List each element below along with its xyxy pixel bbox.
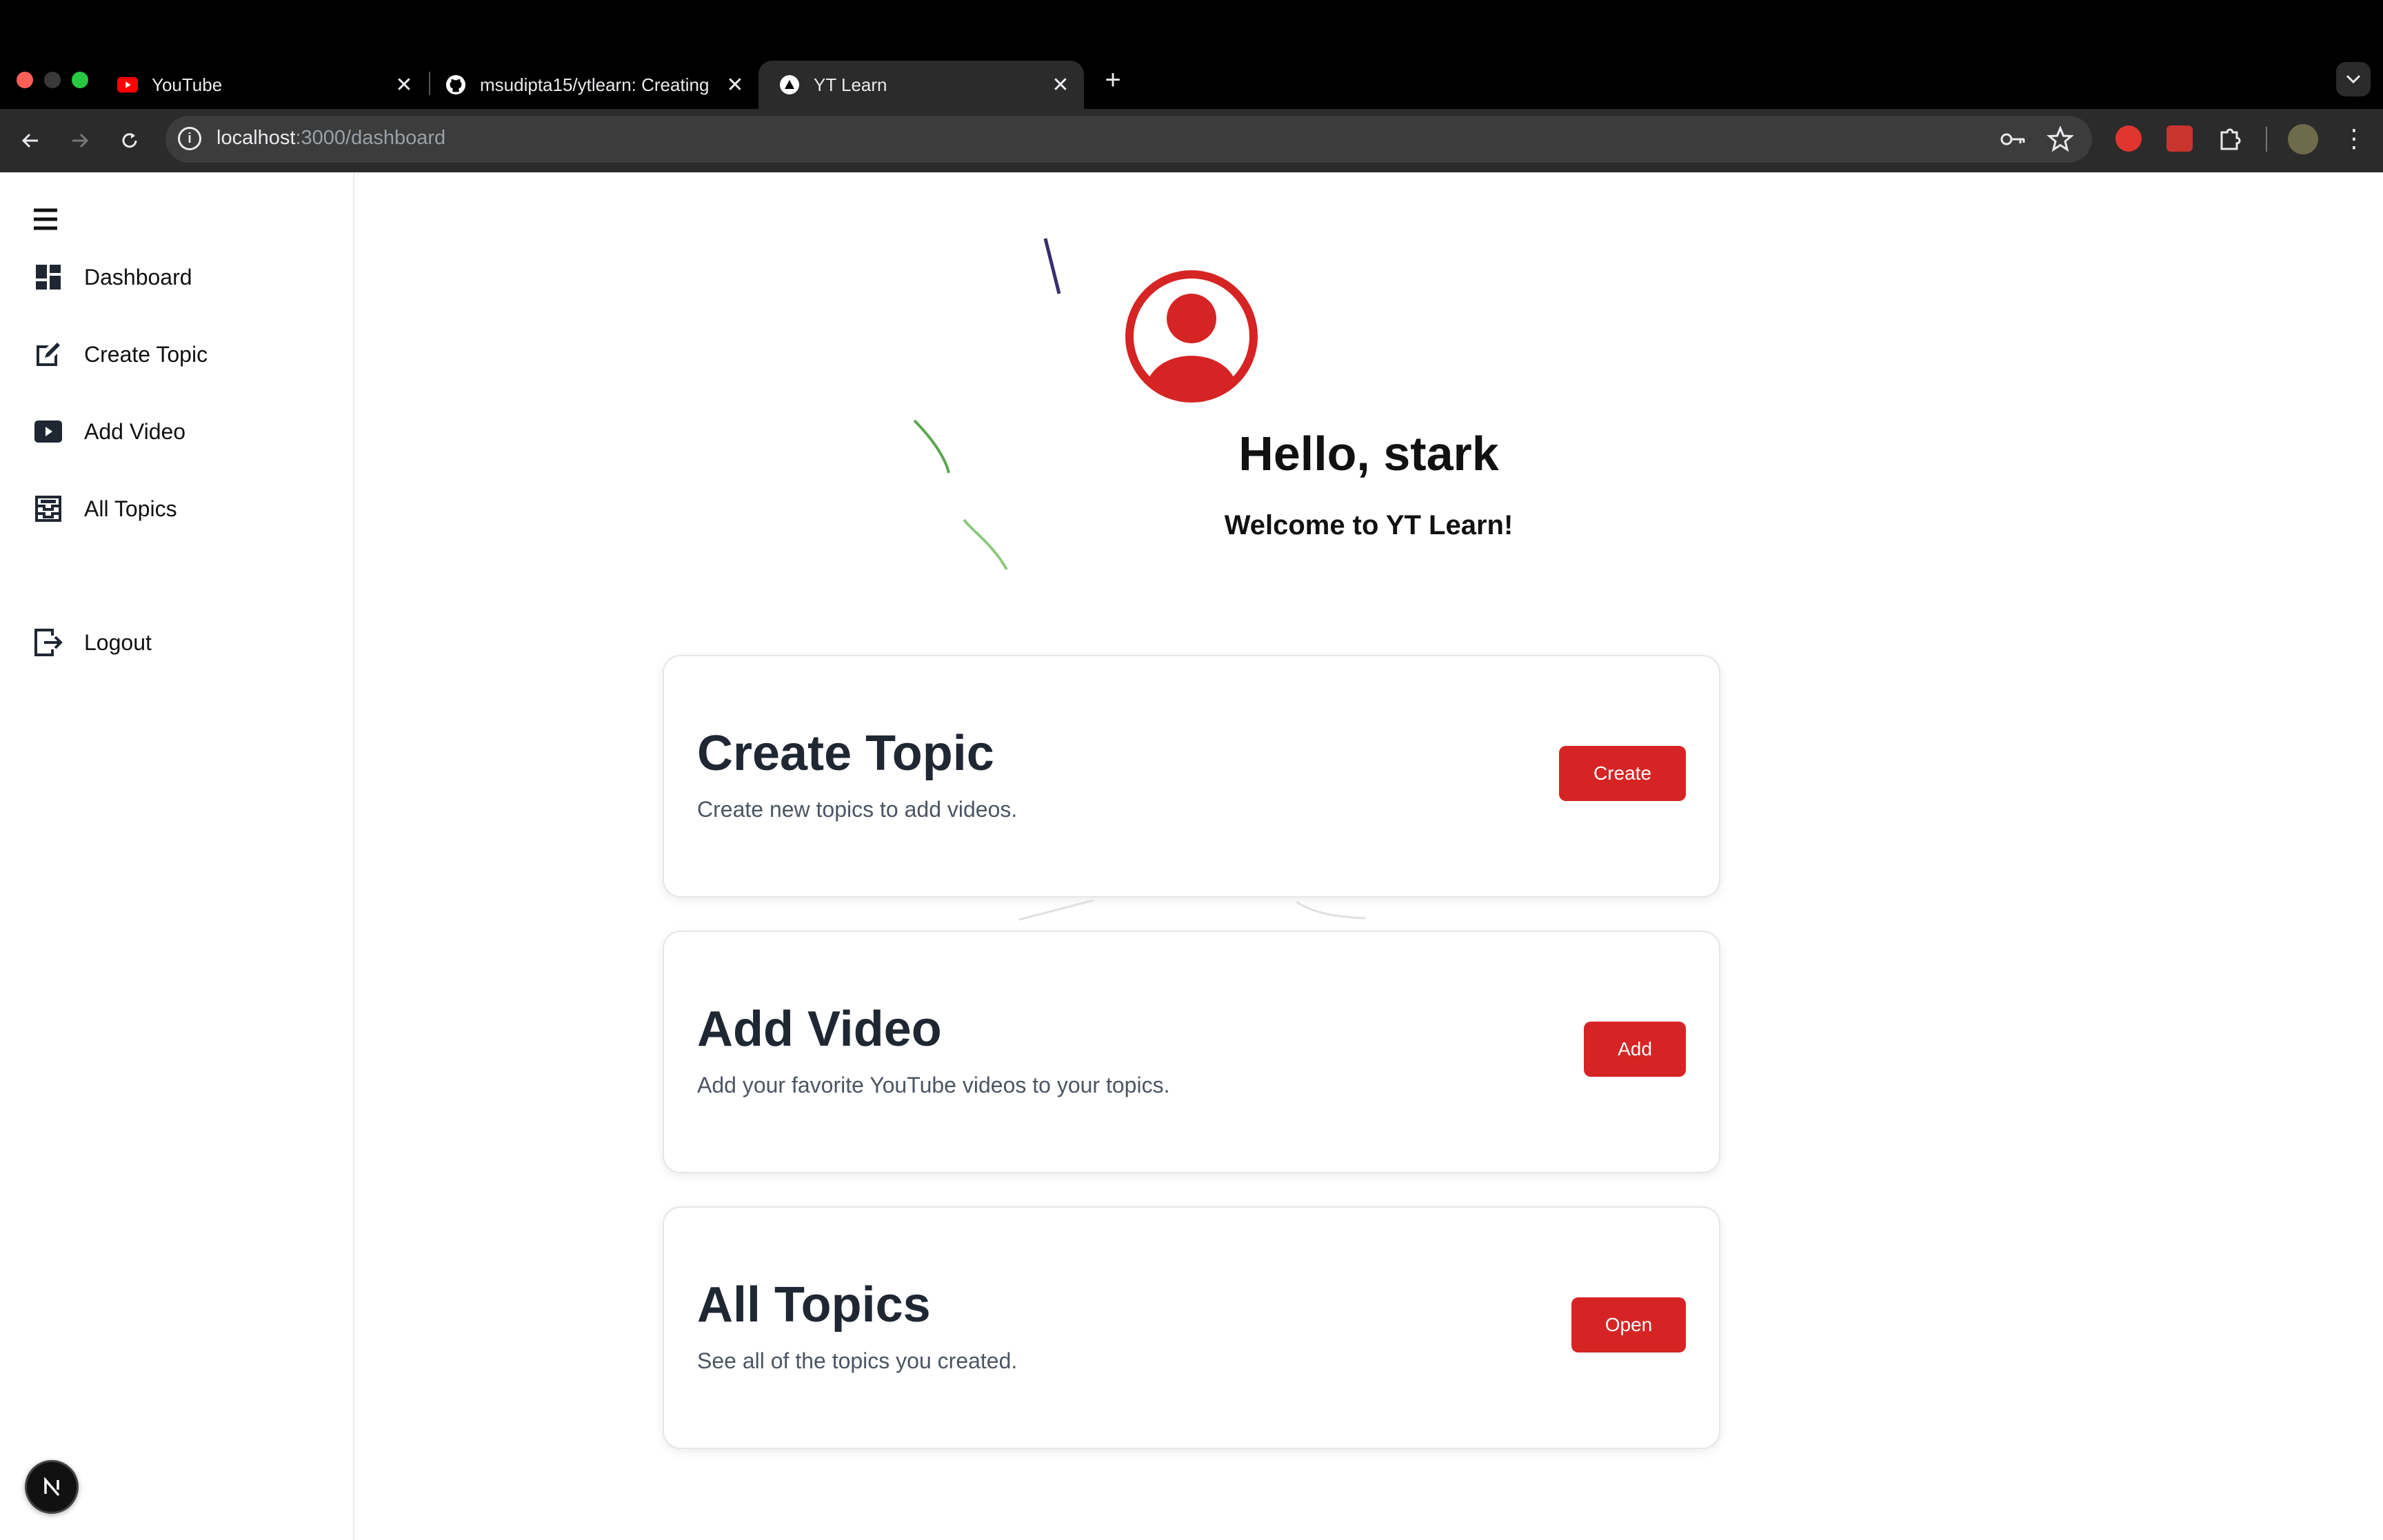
create-topic-card: Create Topic Create new topics to add vi… [663,655,1720,898]
back-icon[interactable] [12,123,48,159]
nextjs-devtools-button[interactable] [25,1460,79,1514]
nextjs-icon [779,74,800,95]
edit-icon [33,339,63,369]
decorative-curve [1018,899,1366,921]
github-icon [445,74,466,95]
tab-search-button[interactable] [2336,62,2371,97]
card-title: Create Topic [697,726,994,781]
logout-button[interactable]: Logout [33,622,152,663]
sidebar-item-dashboard[interactable]: Dashboard [33,256,192,298]
user-avatar-icon [1124,269,1259,404]
inbox-icon [33,494,63,524]
password-key-icon[interactable] [2000,127,2027,152]
browser-tab-bar: YouTube ✕ msudipta15/ytlearn: Creating ✕… [0,0,2383,109]
sidebar-item-label: Dashboard [84,264,192,290]
card-description: See all of the topics you created. [697,1348,1018,1373]
sidebar-item-all-topics[interactable]: All Topics [33,488,177,529]
close-icon[interactable]: ✕ [390,71,418,99]
tab-yt-learn[interactable]: YT Learn ✕ [758,61,1084,109]
create-button[interactable]: Create [1559,746,1686,801]
bookmark-star-icon[interactable] [2047,125,2074,153]
extensions-icon[interactable] [2216,125,2244,153]
sidebar-item-label: Add Video [84,418,186,444]
sidebar-item-label: All Topics [84,496,177,521]
all-topics-card: All Topics See all of the topics you cre… [663,1206,1720,1449]
greeting-heading: Hello, stark [1238,427,1499,480]
sidebar-item-create-topic[interactable]: Create Topic [33,334,208,375]
tab-title: YT Learn [814,74,887,95]
tab-youtube[interactable]: YouTube ✕ [97,61,428,109]
window-minimize-button[interactable] [44,72,61,88]
logout-icon [33,627,63,658]
extension-red-icon[interactable] [2115,125,2142,152]
close-icon[interactable]: ✕ [721,71,749,99]
site-info-icon[interactable]: i [178,127,201,150]
card-title: All Topics [697,1277,931,1333]
close-icon[interactable]: ✕ [1047,71,1074,99]
add-button[interactable]: Add [1584,1022,1686,1077]
card-description: Add your favorite YouTube videos to your… [697,1073,1170,1097]
reload-icon[interactable] [112,123,148,159]
sidebar-item-label: Create Topic [84,341,208,367]
window-close-button[interactable] [17,72,33,88]
sidebar-item-add-video[interactable]: Add Video [33,411,185,452]
video-icon [33,416,63,447]
dashboard-icon [33,262,63,292]
tab-github[interactable]: msudipta15/ytlearn: Creating ✕ [430,61,758,109]
new-tab-icon[interactable]: + [1096,63,1129,97]
url-host: localhost [217,127,296,149]
url-text: localhost:3000/dashboard [217,127,445,150]
profile-avatar[interactable] [2288,124,2318,154]
card-description: Create new topics to add videos. [697,797,1018,822]
extension-puzzle-red-icon[interactable] [2166,125,2193,152]
forward-icon[interactable] [62,123,98,159]
window-maximize-button[interactable] [72,72,88,88]
url-path: :3000/dashboard [295,127,446,149]
sidebar [0,172,354,1540]
menu-more-icon[interactable]: ⋮ [2340,125,2368,153]
chevron-down-icon [2346,74,2361,84]
hamburger-menu-icon[interactable] [32,207,59,232]
card-title: Add Video [697,1002,942,1057]
tab-title: msudipta15/ytlearn: Creating [480,74,710,95]
open-button[interactable]: Open [1571,1297,1686,1352]
logout-label: Logout [84,629,152,655]
nextjs-logo-icon [44,1477,60,1497]
address-bar[interactable] [165,116,2092,163]
add-video-card: Add Video Add your favorite YouTube vide… [663,931,1720,1173]
toolbar-divider [2266,127,2267,152]
tab-title: YouTube [152,74,223,95]
welcome-subheading: Welcome to YT Learn! [1224,510,1514,540]
youtube-icon [117,74,138,95]
